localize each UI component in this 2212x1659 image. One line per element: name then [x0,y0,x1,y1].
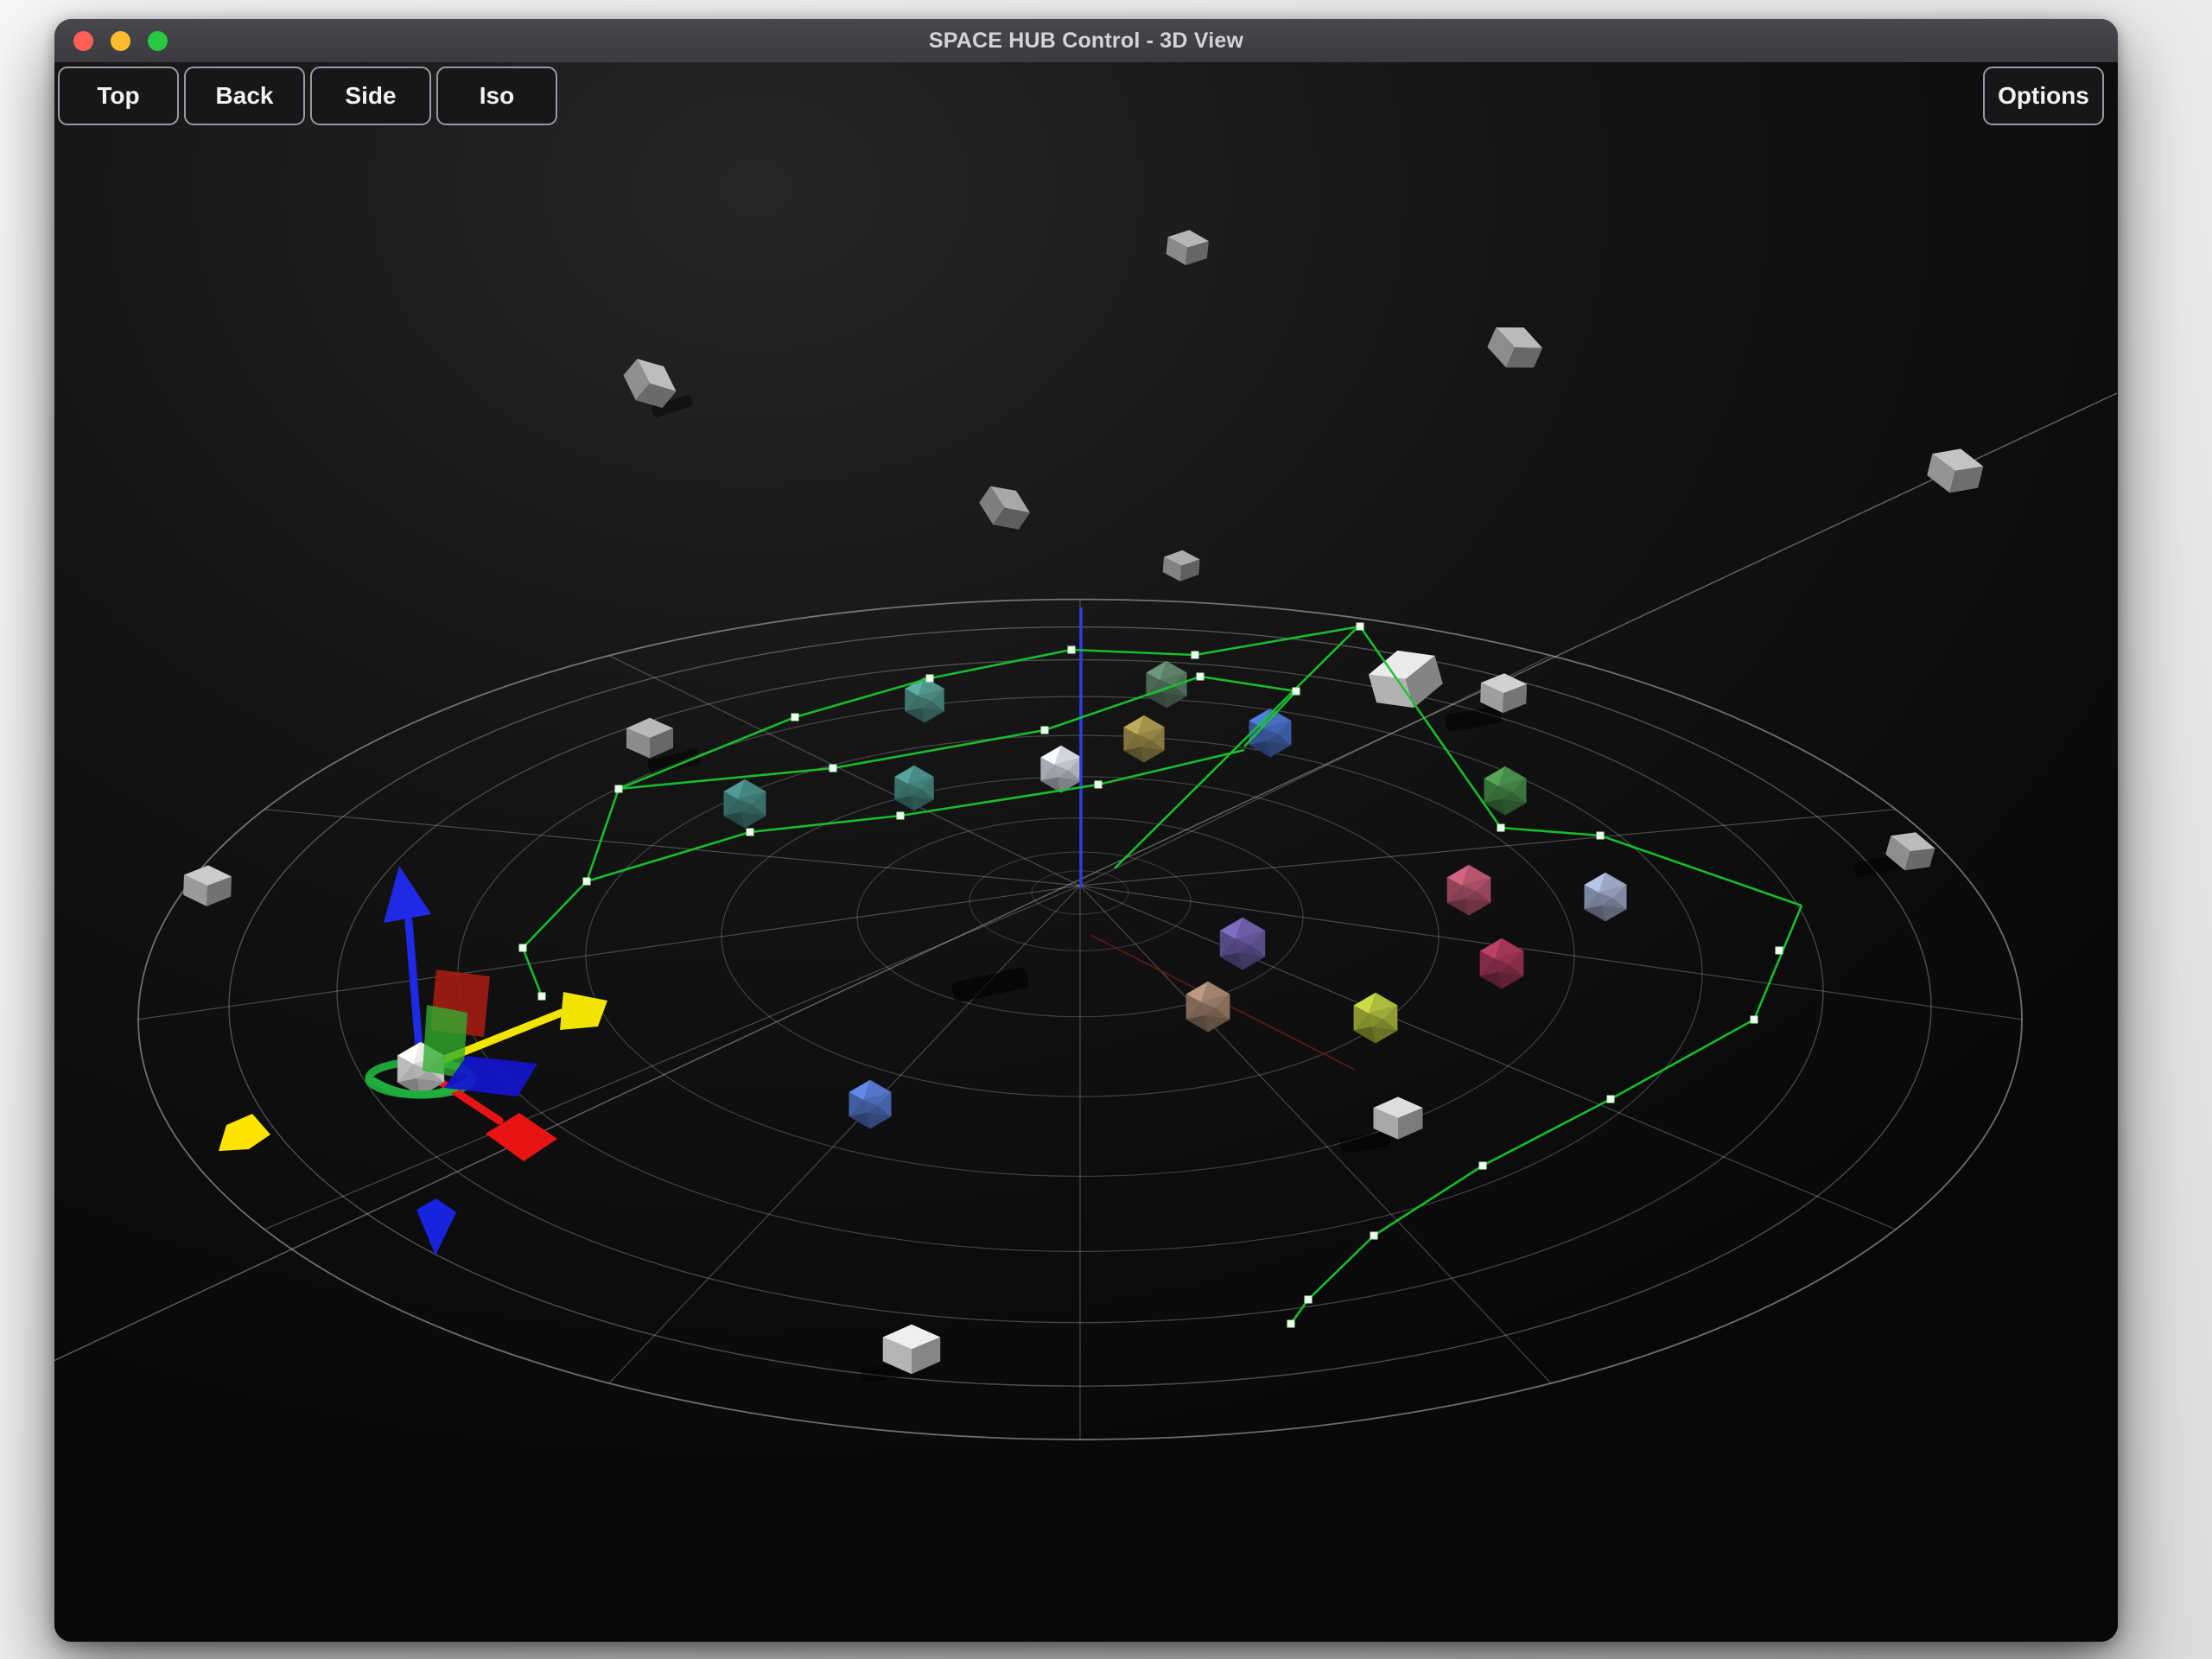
waypoint-dot[interactable] [615,785,622,792]
waypoint-dot[interactable] [1497,824,1504,831]
app-window: SPACE HUB Control - 3D View Top Back Sid… [54,19,2118,1642]
waypoint-dot[interactable] [830,765,836,772]
waypoint-dot[interactable] [926,675,933,682]
close-icon[interactable] [73,31,93,51]
waypoint-dot[interactable] [1607,1096,1614,1103]
view-iso-button[interactable]: Iso [436,67,557,125]
title-bar[interactable]: SPACE HUB Control - 3D View [54,19,2118,63]
waypoint-dot[interactable] [1095,781,1102,788]
waypoint-dot[interactable] [583,878,590,885]
waypoint-dot[interactable] [1479,1162,1486,1169]
viewport-3d[interactable] [54,62,2118,1642]
waypoint-dot[interactable] [1293,688,1300,695]
waypoint-dot[interactable] [1776,947,1783,954]
traffic-lights [73,19,168,62]
window-title: SPACE HUB Control - 3D View [929,29,1243,54]
viewport-container: Top Back Side Iso Options [54,62,2118,1642]
waypoint-dot[interactable] [1357,623,1363,630]
waypoint-dot[interactable] [1041,727,1048,734]
waypoint-dot[interactable] [1068,646,1075,653]
waypoint-dot[interactable] [1751,1016,1758,1023]
waypoint-dot[interactable] [791,714,798,721]
waypoint-dot[interactable] [519,944,526,951]
waypoint-dot[interactable] [897,812,904,819]
waypoint-dot[interactable] [1287,1320,1294,1327]
waypoint-dot[interactable] [1370,1232,1377,1239]
options-button[interactable]: Options [1983,67,2104,125]
view-side-button[interactable]: Side [310,67,431,125]
waypoint-dot[interactable] [747,829,753,836]
waypoint-dot[interactable] [1305,1296,1312,1303]
waypoint-dot[interactable] [1192,652,1198,658]
zoom-icon[interactable] [148,31,168,51]
view-back-button[interactable]: Back [184,67,305,125]
view-top-button[interactable]: Top [58,67,179,125]
waypoint-dot[interactable] [1197,673,1204,680]
waypoint-dot[interactable] [1597,832,1604,839]
minimize-icon[interactable] [111,31,130,51]
waypoint-dot[interactable] [538,993,545,1000]
